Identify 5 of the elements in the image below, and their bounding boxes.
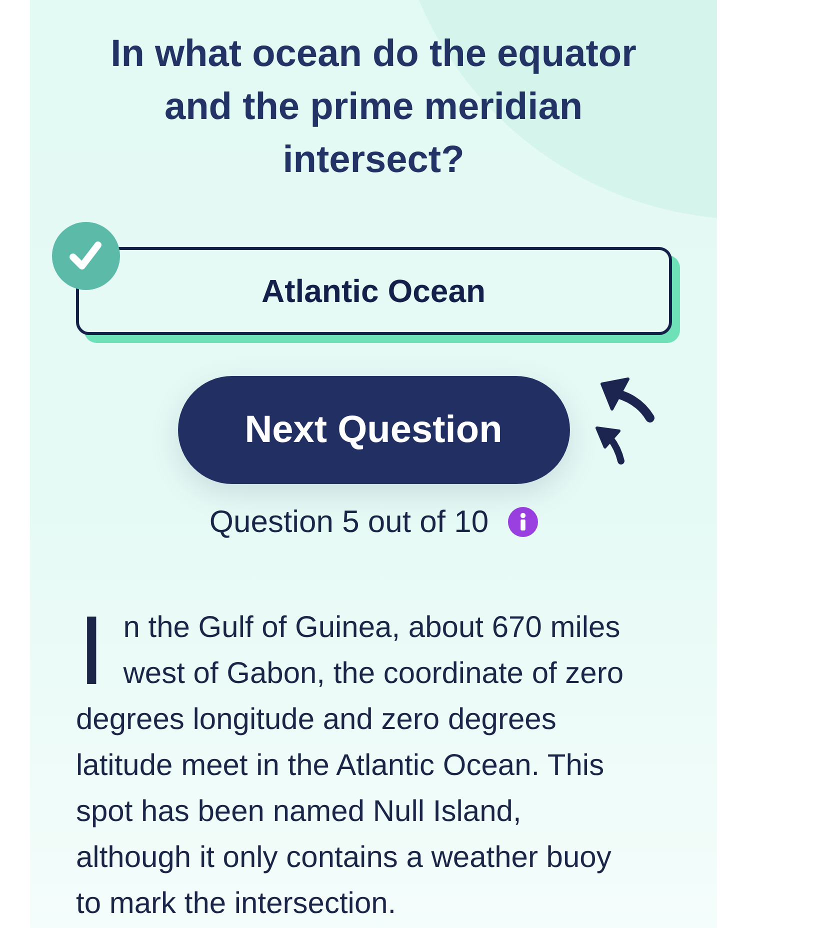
check-icon bbox=[52, 222, 120, 290]
question-title: In what ocean do the equator and the prime meridian intersect? bbox=[110, 32, 638, 183]
question-counter: Question 5 out of 10 bbox=[209, 505, 489, 539]
next-question-button[interactable]: Next Question bbox=[178, 376, 570, 484]
info-icon[interactable] bbox=[508, 507, 538, 537]
